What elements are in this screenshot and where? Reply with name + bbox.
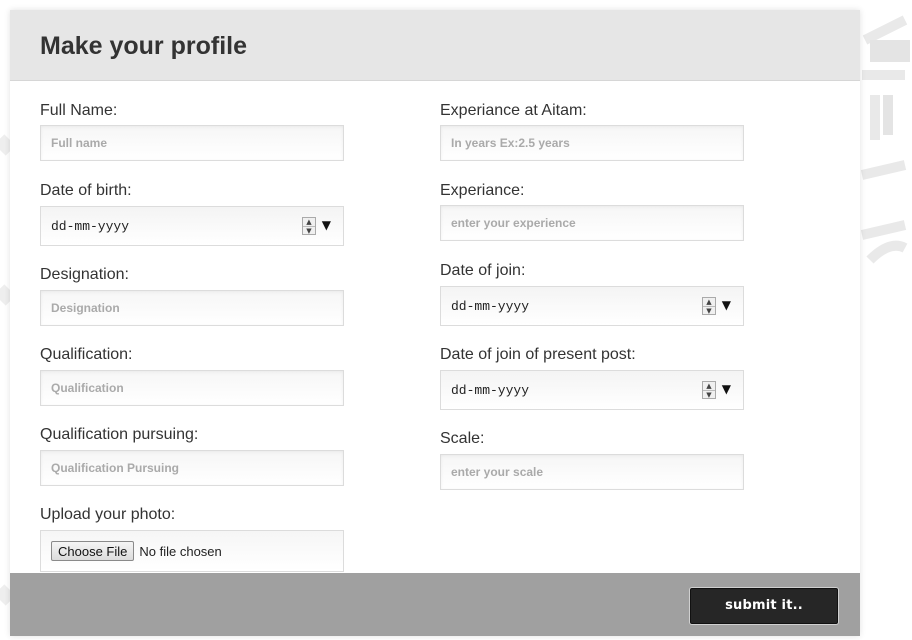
experience-at-aitam-placeholder: In years Ex:2.5 years — [451, 136, 570, 150]
chevron-down-icon[interactable]: ▼ — [722, 298, 731, 312]
experience-at-aitam-field: Experiance at Aitam: In years Ex:2.5 yea… — [440, 101, 744, 161]
chevron-down-icon[interactable]: ▼ — [322, 218, 331, 232]
scale-input[interactable]: enter your scale — [440, 454, 744, 490]
designation-field: Designation: Designation — [40, 265, 344, 326]
form-title: Make your profile — [40, 32, 247, 60]
experience-field: Experiance: enter your experience — [440, 181, 744, 241]
spin-up-down-icon[interactable]: ▲ ▼ — [702, 297, 716, 315]
spin-up-down-icon[interactable]: ▲ ▼ — [302, 217, 316, 235]
upload-photo-field: Upload your photo: Choose File No file c… — [40, 505, 344, 572]
full-name-placeholder: Full name — [51, 136, 108, 150]
full-name-label: Full Name: — [40, 102, 118, 119]
qualification-pursuing-label: Qualification pursuing: — [40, 426, 199, 443]
date-of-birth-label: Date of birth: — [40, 182, 132, 199]
qualification-input[interactable]: Qualification — [40, 370, 344, 406]
experience-at-aitam-input[interactable]: In years Ex:2.5 years — [440, 125, 744, 161]
date-of-join-present-post-label: Date of join of present post: — [440, 346, 636, 363]
qualification-pursuing-input[interactable]: Qualification Pursuing — [40, 450, 344, 486]
date-of-join-present-post-field: Date of join of present post: dd-mm-yyyy… — [440, 345, 744, 410]
full-name-field: Full Name: Full name — [40, 101, 344, 161]
spin-down-icon[interactable]: ▼ — [703, 391, 715, 399]
date-of-birth-input[interactable]: dd-mm-yyyy ▲ ▼ ▼ — [40, 206, 344, 246]
date-of-join-present-post-input[interactable]: dd-mm-yyyy ▲ ▼ ▼ — [440, 370, 744, 410]
profile-form-card: Make your profile Full Name: Full name D… — [10, 10, 860, 636]
spin-up-icon[interactable]: ▲ — [303, 218, 315, 227]
spin-down-icon[interactable]: ▼ — [303, 227, 315, 235]
date-of-join-input[interactable]: dd-mm-yyyy ▲ ▼ ▼ — [440, 286, 744, 326]
designation-input[interactable]: Designation — [40, 290, 344, 326]
qualification-placeholder: Qualification — [51, 381, 124, 395]
full-name-input[interactable]: Full name — [40, 125, 344, 161]
choose-file-button[interactable]: Choose File — [51, 541, 135, 561]
scale-label: Scale: — [440, 430, 485, 447]
scale-field: Scale: enter your scale — [440, 429, 744, 490]
spin-up-icon[interactable]: ▲ — [703, 298, 715, 307]
upload-photo-label: Upload your photo: — [40, 506, 176, 523]
scale-placeholder: enter your scale — [451, 465, 544, 479]
date-of-join-present-post-value: dd-mm-yyyy — [451, 382, 530, 398]
experience-placeholder: enter your experience — [451, 216, 576, 230]
date-of-join-label: Date of join: — [440, 262, 526, 279]
experience-at-aitam-label: Experiance at Aitam: — [440, 102, 587, 119]
date-of-join-value: dd-mm-yyyy — [451, 298, 530, 314]
photo-file-input: Choose File No file chosen — [40, 530, 344, 572]
chevron-down-icon[interactable]: ▼ — [722, 382, 731, 396]
form-header: Make your profile — [10, 10, 860, 81]
spin-up-down-icon[interactable]: ▲ ▼ — [702, 381, 716, 399]
qualification-field: Qualification: Qualification — [40, 345, 344, 406]
date-of-birth-field: Date of birth: dd-mm-yyyy ▲ ▼ ▼ — [40, 181, 344, 246]
experience-label: Experiance: — [440, 182, 525, 199]
qualification-pursuing-placeholder: Qualification Pursuing — [51, 461, 180, 475]
experience-input[interactable]: enter your experience — [440, 205, 744, 241]
file-status: No file chosen — [139, 543, 222, 559]
designation-placeholder: Designation — [51, 301, 120, 315]
spin-down-icon[interactable]: ▼ — [703, 307, 715, 315]
date-of-birth-value: dd-mm-yyyy — [51, 218, 130, 234]
date-of-join-field: Date of join: dd-mm-yyyy ▲ ▼ ▼ — [440, 261, 744, 326]
designation-label: Designation: — [40, 266, 129, 283]
qualification-label: Qualification: — [40, 346, 133, 363]
form-footer: submit it.. — [10, 573, 860, 636]
qualification-pursuing-field: Qualification pursuing: Qualification Pu… — [40, 425, 344, 486]
submit-button[interactable]: submit it.. — [690, 588, 838, 624]
spin-up-icon[interactable]: ▲ — [703, 382, 715, 391]
